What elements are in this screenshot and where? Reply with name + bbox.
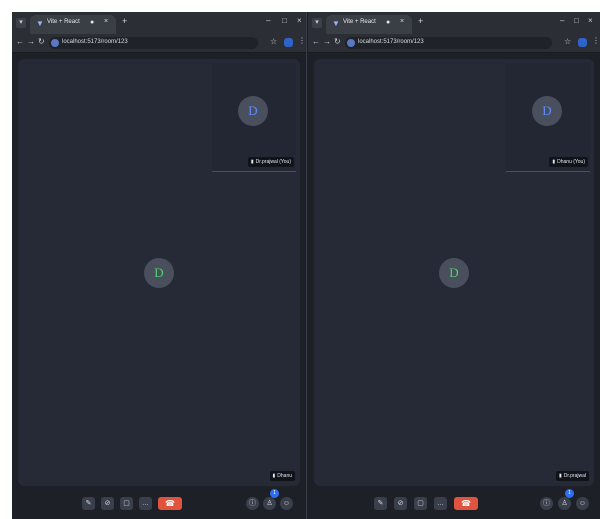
self-name: Dhanu (You) (557, 159, 585, 165)
vite-favicon-icon: ▼ (36, 19, 44, 28)
chat-button[interactable]: ☺ (280, 497, 293, 510)
remote-name-tag: ▮ Dhanu (269, 471, 295, 481)
vite-favicon-icon: ▼ (332, 19, 340, 28)
info-button[interactable]: ⓘ (540, 497, 553, 510)
screen: ▾ ▼ Vite + React ● × + – □ × ← → ↻ local… (12, 12, 600, 519)
site-info-icon[interactable] (51, 39, 59, 47)
mic-icon: ▮ (552, 159, 556, 165)
end-call-button[interactable]: ☎ (158, 497, 182, 510)
end-call-button[interactable]: ☎ (454, 497, 478, 510)
call-controls: ✎ ⊘ ▢ … ☎ ⓘ ♙ 1 ☺ (308, 486, 600, 519)
mic-icon: ▮ (559, 473, 562, 479)
call-controls: ✎ ⊘ ▢ … ☎ ⓘ ♙ 1 ☺ (12, 486, 306, 519)
remote-avatar: D (439, 257, 469, 288)
page-content: D ▮ Dhanu (You) D ▮ Dr.prajwal ✎ ⊘ ▢ … ☎ ⓘ… (308, 53, 600, 519)
tab-audio-icon[interactable]: ● (386, 19, 390, 26)
url-field[interactable]: localhost:5173/room/123 (49, 37, 258, 49)
tab-vite-react[interactable]: ▼ Vite + React ● × (30, 15, 116, 34)
chat-button[interactable]: ☺ (576, 497, 589, 510)
profile-icon[interactable] (284, 38, 293, 47)
participants-count-badge: 1 (270, 489, 279, 498)
browser-window-left: ▾ ▼ Vite + React ● × + – □ × ← → ↻ local… (12, 12, 307, 519)
meeting-stage: D ▮ Dhanu (You) D ▮ Dr.prajwal (314, 59, 594, 486)
maximize-icon[interactable]: □ (574, 17, 579, 25)
self-avatar: D (238, 96, 268, 126)
menu-kebab-icon[interactable]: ⋮ (592, 37, 600, 45)
url-field[interactable]: localhost:5173/room/123 (345, 37, 552, 49)
more-options-button[interactable]: … (434, 497, 447, 510)
close-tab-icon[interactable]: × (104, 18, 108, 25)
camera-off-button[interactable]: ⊘ (101, 497, 114, 510)
back-icon[interactable]: ← (16, 38, 24, 46)
maximize-icon[interactable]: □ (282, 17, 287, 25)
forward-icon[interactable]: → (323, 38, 331, 46)
mute-mic-button[interactable]: ✎ (82, 497, 95, 510)
url-text: localhost:5173/room/123 (62, 39, 128, 45)
reload-icon[interactable]: ↻ (334, 38, 341, 46)
meeting-stage: D ▮ Dr.prajwal (You) D ▮ Dhanu (18, 59, 300, 486)
new-tab-icon[interactable]: + (418, 17, 423, 26)
profile-icon[interactable] (578, 38, 587, 47)
screen-share-button[interactable]: ▢ (120, 497, 133, 510)
tab-title: Vite + React (343, 19, 376, 25)
tab-title: Vite + React (47, 19, 80, 25)
mic-icon: ▮ (272, 473, 276, 479)
page-content: D ▮ Dr.prajwal (You) D ▮ Dhanu ✎ ⊘ ▢ … ☎ ⓘ… (12, 53, 306, 519)
self-view-tile: D ▮ Dhanu (You) (506, 63, 590, 172)
tab-search-icon[interactable]: ▾ (16, 18, 26, 28)
tab-audio-icon[interactable]: ● (90, 19, 94, 26)
participants-button[interactable]: ♙ (558, 497, 571, 510)
menu-kebab-icon[interactable]: ⋮ (298, 37, 306, 45)
participants-count-badge: 1 (565, 489, 574, 498)
self-avatar: D (532, 96, 562, 126)
new-tab-icon[interactable]: + (122, 17, 127, 26)
more-options-button[interactable]: … (139, 497, 152, 510)
remote-avatar: D (144, 257, 174, 288)
tab-vite-react[interactable]: ▼ Vite + React ● × (326, 15, 412, 34)
site-info-icon[interactable] (347, 39, 355, 47)
self-view-tile: D ▮ Dr.prajwal (You) (212, 63, 296, 172)
forward-icon[interactable]: → (27, 38, 35, 46)
address-bar: ← → ↻ localhost:5173/room/123 ☆ ⋮ (308, 34, 600, 53)
close-window-icon[interactable]: × (297, 17, 302, 25)
self-name-tag: ▮ Dr.prajwal (You) (247, 157, 294, 167)
url-text: localhost:5173/room/123 (358, 39, 424, 45)
self-name: Dr.prajwal (You) (255, 159, 291, 165)
participants-button[interactable]: ♙ (263, 497, 276, 510)
remote-name: Dhanu (277, 473, 292, 479)
mic-icon: ▮ (250, 159, 254, 165)
remote-name: Dr.prajwal (563, 473, 586, 479)
minimize-icon[interactable]: – (266, 17, 270, 25)
close-tab-icon[interactable]: × (400, 18, 404, 25)
bookmark-star-icon[interactable]: ☆ (564, 38, 571, 46)
reload-icon[interactable]: ↻ (38, 38, 45, 46)
tab-bar: ▾ ▼ Vite + React ● × + – □ × (308, 12, 600, 34)
tab-bar: ▾ ▼ Vite + React ● × + – □ × (12, 12, 306, 34)
close-window-icon[interactable]: × (588, 17, 593, 25)
back-icon[interactable]: ← (312, 38, 320, 46)
minimize-icon[interactable]: – (560, 17, 564, 25)
info-button[interactable]: ⓘ (246, 497, 259, 510)
tab-search-icon[interactable]: ▾ (312, 18, 322, 28)
screen-share-button[interactable]: ▢ (414, 497, 427, 510)
remote-name-tag: ▮ Dr.prajwal (556, 471, 589, 481)
browser-window-right: ▾ ▼ Vite + React ● × + – □ × ← → ↻ local… (308, 12, 600, 519)
mute-mic-button[interactable]: ✎ (374, 497, 387, 510)
address-bar: ← → ↻ localhost:5173/room/123 ☆ ⋮ (12, 34, 306, 53)
camera-off-button[interactable]: ⊘ (394, 497, 407, 510)
self-name-tag: ▮ Dhanu (You) (549, 157, 588, 167)
bookmark-star-icon[interactable]: ☆ (270, 38, 277, 46)
